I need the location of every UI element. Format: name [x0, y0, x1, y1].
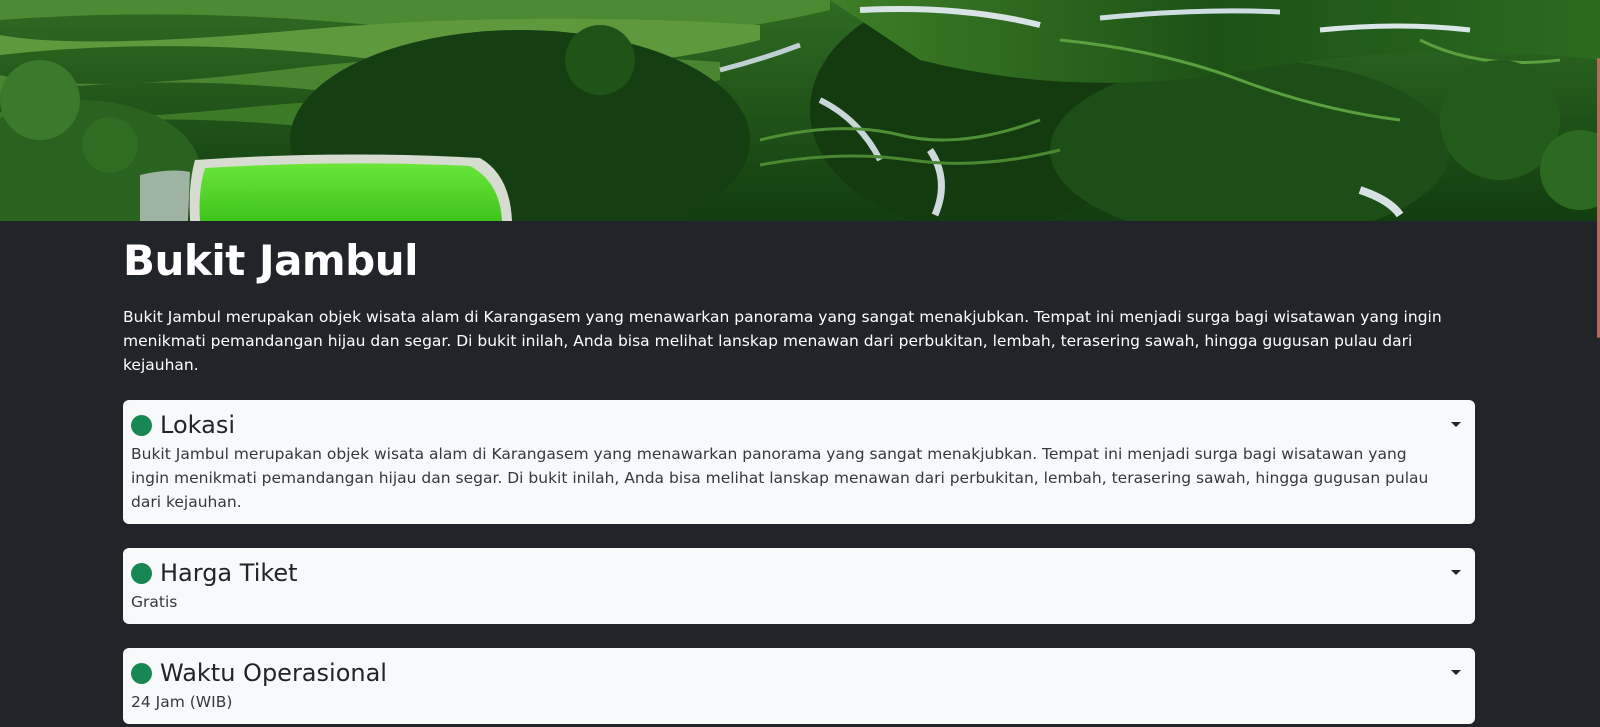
- green-dot-icon: [131, 562, 152, 584]
- page-title: Bukit Jambul: [123, 236, 419, 285]
- caret-down-icon[interactable]: [1451, 670, 1461, 675]
- green-dot-icon: [131, 662, 152, 684]
- card-title: Harga Tiket: [160, 559, 298, 587]
- main-content: Bukit Jambul Bukit Jambul merupakan obje…: [123, 221, 1475, 724]
- card-body: 24 Jam (WIB): [131, 693, 233, 711]
- card-header[interactable]: Waktu Operasional: [131, 656, 1461, 690]
- card-lokasi[interactable]: Lokasi Bukit Jambul merupakan objek wisa…: [123, 400, 1475, 524]
- hero-banner: [0, 0, 1600, 221]
- info-cards: Lokasi Bukit Jambul merupakan objek wisa…: [123, 400, 1475, 727]
- rice-terrace-image: [0, 0, 1600, 221]
- card-header[interactable]: Harga Tiket: [131, 556, 1461, 590]
- card-body: Gratis: [131, 593, 178, 611]
- card-body: Bukit Jambul merupakan objek wisata alam…: [131, 445, 1429, 511]
- card-waktu-operasional[interactable]: Waktu Operasional 24 Jam (WIB): [123, 648, 1475, 724]
- intro-paragraph: Bukit Jambul merupakan objek wisata alam…: [123, 308, 1442, 374]
- card-title: Waktu Operasional: [160, 659, 387, 687]
- card-header[interactable]: Lokasi: [131, 408, 1461, 442]
- card-harga-tiket[interactable]: Harga Tiket Gratis: [123, 548, 1475, 624]
- caret-down-icon[interactable]: [1451, 422, 1461, 427]
- green-dot-icon: [131, 414, 152, 436]
- page: Bukit Jambul Bukit Jambul merupakan obje…: [0, 0, 1600, 727]
- caret-down-icon[interactable]: [1451, 570, 1461, 575]
- card-title: Lokasi: [160, 411, 235, 439]
